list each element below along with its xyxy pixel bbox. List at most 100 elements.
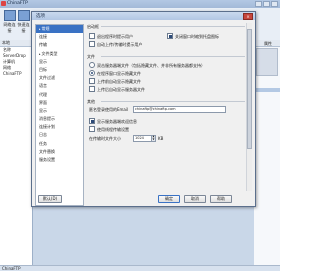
nav-label: 代理 [39, 91, 47, 97]
toolbar-connect-label: 网络连接 [3, 22, 16, 33]
nav-label: 连接计划 [39, 124, 55, 130]
close-window-button[interactable] [271, 1, 278, 7]
defaults-button[interactable]: 默认(D) [38, 195, 62, 203]
options-scrollbar[interactable] [246, 23, 252, 191]
option-label: 双击服务器端文件（包括隐藏文件、并非所有服务器都支持） [97, 63, 205, 68]
option-minimize-to-tray[interactable]: 关闭窗口时缩到托盘图标 [167, 33, 219, 40]
dialog-title: 选项 [36, 14, 45, 19]
network-icon [3, 10, 16, 21]
nav-label: 消息提示 [39, 116, 55, 122]
checkbox[interactable] [89, 86, 95, 92]
nav-label: 语言 [39, 83, 47, 89]
option-thread-transfer[interactable]: 使用线程传输设置 [89, 126, 129, 133]
nav-label: 日志 [39, 132, 47, 138]
remote-thumbnail [256, 48, 278, 76]
quick-connect-icon [17, 10, 30, 21]
nav-item-transfer[interactable]: 传输 [36, 41, 83, 49]
file-size-limit-input[interactable]: 1024 [133, 135, 152, 142]
checkbox[interactable] [89, 33, 95, 39]
checkbox[interactable] [89, 118, 95, 124]
limit-label: 在传输时文件大小 [89, 136, 121, 141]
nav-item-language[interactable]: 语言 [36, 82, 83, 90]
nav-item-service-settings[interactable]: 服务设置 [36, 156, 83, 164]
nav-label: 显示 [39, 58, 47, 64]
option-label: 上传后自动显示服务器文件 [97, 87, 145, 92]
dialog-close-button[interactable]: × [243, 13, 253, 20]
nav-item-display[interactable]: 显示 [36, 58, 83, 66]
nav-label: 传输 [39, 42, 47, 48]
toolbar-quick-connect-label: 快速连接 [17, 22, 30, 33]
nav-item-tasks[interactable]: 任务 [36, 140, 83, 148]
nav-item-file-replace[interactable]: 文件替换 [36, 148, 83, 156]
nav-label: 文件过滤 [39, 75, 55, 81]
option-label: 退出程序时提示用户 [97, 34, 133, 39]
maximize-button[interactable] [263, 1, 270, 7]
nav-label: 文件类型 [41, 50, 58, 56]
status-bar: ChinaFTP [0, 265, 280, 271]
nav-item-file-filter[interactable]: 文件过滤 [36, 74, 83, 82]
dialog-title-bar: 选项 × [32, 12, 255, 20]
options-content: 启动框 退出程序时提示用户 关闭窗口时缩到托盘图标 自动上传/传输时提示用户 文… [87, 24, 245, 189]
checkbox[interactable] [89, 41, 95, 47]
local-files-panel: 本地 名称 ServerDrop 计算机 网络 ChinaFTP [0, 40, 33, 265]
status-text: ChinaFTP [2, 266, 21, 271]
nav-item-message-prompt[interactable]: 消息提示 [36, 115, 83, 123]
section-title: 文件 [87, 54, 95, 59]
option-auto-upload-prompt[interactable]: 自动上传/传输时提示用户 [89, 41, 142, 48]
toolbar-quick-connect-button[interactable]: 快速连接 [17, 10, 30, 34]
nav-item-file-types[interactable]: ▸ 文件类型 [36, 50, 83, 58]
local-item-chinaftp[interactable]: ChinaFTP [0, 71, 32, 77]
nav-label: 常规 [41, 26, 50, 31]
option-label: 显示服务器端欢迎信息 [97, 119, 137, 124]
limit-unit: KB [158, 136, 164, 141]
nav-item-proxy[interactable]: 代理 [36, 91, 83, 99]
checkbox[interactable] [89, 126, 95, 132]
help-button[interactable]: 帮助 [210, 195, 232, 203]
option-show-welcome[interactable]: 显示服务器端欢迎信息 [89, 118, 137, 125]
option-label: 上传前自动显示隐藏文件 [97, 79, 141, 84]
nav-item-target[interactable]: 目标 [36, 66, 83, 74]
options-dialog: 选项 × ▸ 常规 连接 传输 ▸ 文件类型 显示 目标 文件过滤 语言 代理 … [31, 11, 256, 207]
nav-item-display-2[interactable]: 显示 [36, 107, 83, 115]
nav-item-connection-schedule[interactable]: 连接计划 [36, 123, 83, 131]
app-title: ChinaFTP [7, 1, 28, 6]
option-label: 使用线程传输设置 [97, 127, 129, 132]
remote-files-panel: 属性 [254, 40, 280, 265]
email-input[interactable]: chinaftp@chinaftp.com [133, 106, 226, 113]
option-show-server-after-upload[interactable]: 上传后自动显示服务器文件 [89, 86, 145, 93]
option-show-hidden-before-upload[interactable]: 上传前自动显示隐藏文件 [89, 78, 141, 85]
options-nav-list: ▸ 常规 连接 传输 ▸ 文件类型 显示 目标 文件过滤 语言 代理 界面 显示… [35, 24, 84, 206]
option-label: 在程序窗口显示隐藏文件 [97, 71, 141, 76]
option-show-hidden-server[interactable]: 双击服务器端文件（包括隐藏文件、并非所有服务器都支持） [89, 62, 205, 69]
section-divider [101, 56, 245, 57]
toolbar-connect-button[interactable]: 网络连接 [3, 10, 16, 34]
section-divider [101, 101, 245, 102]
main-title-bar: ChinaFTP [0, 0, 280, 8]
email-label: 匿名登录使用的Email [89, 107, 129, 112]
section-title: 其他 [87, 99, 95, 104]
file-size-spinner[interactable]: ▲ ▼ [151, 135, 156, 142]
nav-item-log[interactable]: 日志 [36, 131, 83, 139]
radio[interactable] [89, 70, 95, 76]
scrollbar-thumb[interactable] [247, 29, 252, 149]
nav-item-interface[interactable]: 界面 [36, 99, 83, 107]
local-panel-header: 本地 [0, 40, 32, 47]
checkbox[interactable] [89, 78, 95, 84]
window-controls [254, 1, 278, 8]
nav-label: 显示 [39, 107, 47, 113]
minimize-button[interactable] [255, 1, 262, 7]
option-label: 自动上传/传输时提示用户 [97, 42, 143, 47]
option-show-hidden-window[interactable]: 在程序窗口显示隐藏文件 [89, 70, 141, 77]
nav-label: 任务 [39, 140, 47, 146]
nav-item-connection[interactable]: 连接 [36, 33, 83, 41]
nav-item-general[interactable]: ▸ 常规 [36, 25, 83, 34]
app-icon [1, 1, 6, 6]
remote-column-properties[interactable]: 属性 [264, 41, 272, 47]
ok-button[interactable]: 确定 [158, 195, 180, 203]
remote-selected-row[interactable] [254, 88, 280, 92]
checkbox[interactable] [167, 33, 173, 39]
radio[interactable] [89, 62, 95, 68]
cancel-button[interactable]: 取消 [184, 195, 206, 203]
option-confirm-exit[interactable]: 退出程序时提示用户 [89, 33, 133, 40]
nav-label: 文件替换 [39, 148, 55, 154]
